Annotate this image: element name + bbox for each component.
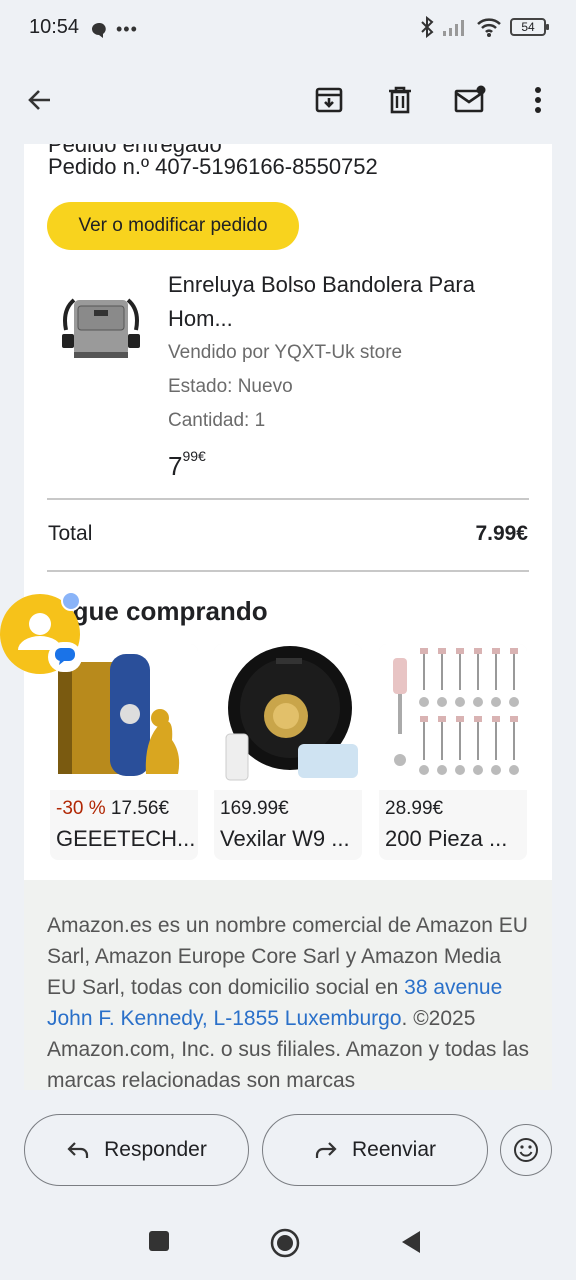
archive-icon [315,87,343,113]
recommendation-card[interactable]: -30 % 17.56€ GEEETECH... [50,644,198,860]
message-icon [55,648,75,665]
forward-icon [315,1142,337,1158]
total-value: 7.99€ [475,522,528,545]
product-price: 799€ [168,448,206,482]
back-button[interactable] [16,76,64,124]
archive-button[interactable] [305,76,353,124]
smiley-icon [514,1138,538,1162]
product-seller: Vendido por YQXT-Uk store [168,342,403,363]
mark-unread-button[interactable] [446,76,494,124]
email-toolbar [0,58,576,144]
rec-name: 200 Pieza ... [385,826,508,851]
chat-badge [48,642,82,672]
product-title[interactable]: Enreluya Bolso Bandolera Para Hom... [168,268,528,336]
rec-price-line: 169.99€ [220,798,289,820]
rec-price: 28.99€ [385,798,444,819]
notification-icons: ••• [90,19,138,40]
product-thumbnail [379,644,527,790]
price-whole: 7 [168,451,183,481]
rec-name: GEEETECH... [56,826,196,851]
recommendation-card[interactable]: 169.99€ Vexilar W9 ... [214,644,362,860]
rec-price: 169.99€ [220,798,289,819]
status-bar: 10:54 ••• 54 [0,0,576,58]
battery-indicator: 54 [510,18,549,36]
product-image[interactable] [60,290,142,366]
reply-label: Responder [104,1138,207,1161]
view-order-button[interactable]: Ver o modificar pedido [47,202,299,250]
system-icons: 54 [420,16,549,38]
rec-price-line: 28.99€ [385,798,443,820]
legal-text: Amazon.es es un nombre comercial de Amaz… [47,910,533,1090]
delete-button[interactable] [376,76,424,124]
more-vert-icon [535,87,541,113]
triangle-back-icon [402,1231,420,1253]
total-label: Total [48,522,93,545]
rec-name: Vexilar W9 ... [220,826,350,851]
discount-badge: -30 % [56,798,106,819]
rec-price-line: -30 % 17.56€ [56,798,169,820]
back-nav-button[interactable] [400,1230,422,1259]
bluetooth-icon [421,16,434,38]
more-dots-icon: ••• [116,19,138,39]
product-quantity: Cantidad: 1 [168,410,266,431]
status-time: 10:54 [29,16,80,38]
recommendation-card[interactable]: 28.99€ 200 Pieza ... [379,644,527,860]
online-dot [61,591,81,611]
order-number: Pedido n.º 407-5196166-8550752 [48,154,378,179]
emoji-reaction-button[interactable] [500,1124,552,1176]
forward-label: Reenviar [351,1138,437,1161]
trash-icon [389,86,411,114]
system-navigation-bar [0,1210,576,1280]
wifi-icon [477,18,501,37]
reply-button[interactable]: Responder [24,1114,249,1186]
square-icon [149,1231,169,1251]
product-thumbnail [214,644,362,790]
price-fraction: 99€ [182,448,206,464]
reply-icon [67,1142,89,1158]
rec-price: 17.56€ [110,798,170,819]
mail-unread-icon [454,85,486,113]
product-condition: Estado: Nuevo [168,376,293,397]
more-options-button[interactable] [514,76,562,124]
email-body: Pedido entregado Pedido n.º 407-5196166-… [24,144,552,1090]
recents-button[interactable] [148,1230,170,1257]
chat-bubble-icon [92,22,106,38]
signal-icon [443,20,464,36]
legal-footer: Amazon.es es un nombre comercial de Amaz… [24,880,552,1090]
divider [47,570,529,572]
arrow-back-icon [28,90,50,110]
home-button[interactable] [270,1228,300,1263]
divider [47,498,529,500]
forward-button[interactable]: Reenviar [262,1114,488,1186]
circle-home-icon [270,1228,300,1258]
